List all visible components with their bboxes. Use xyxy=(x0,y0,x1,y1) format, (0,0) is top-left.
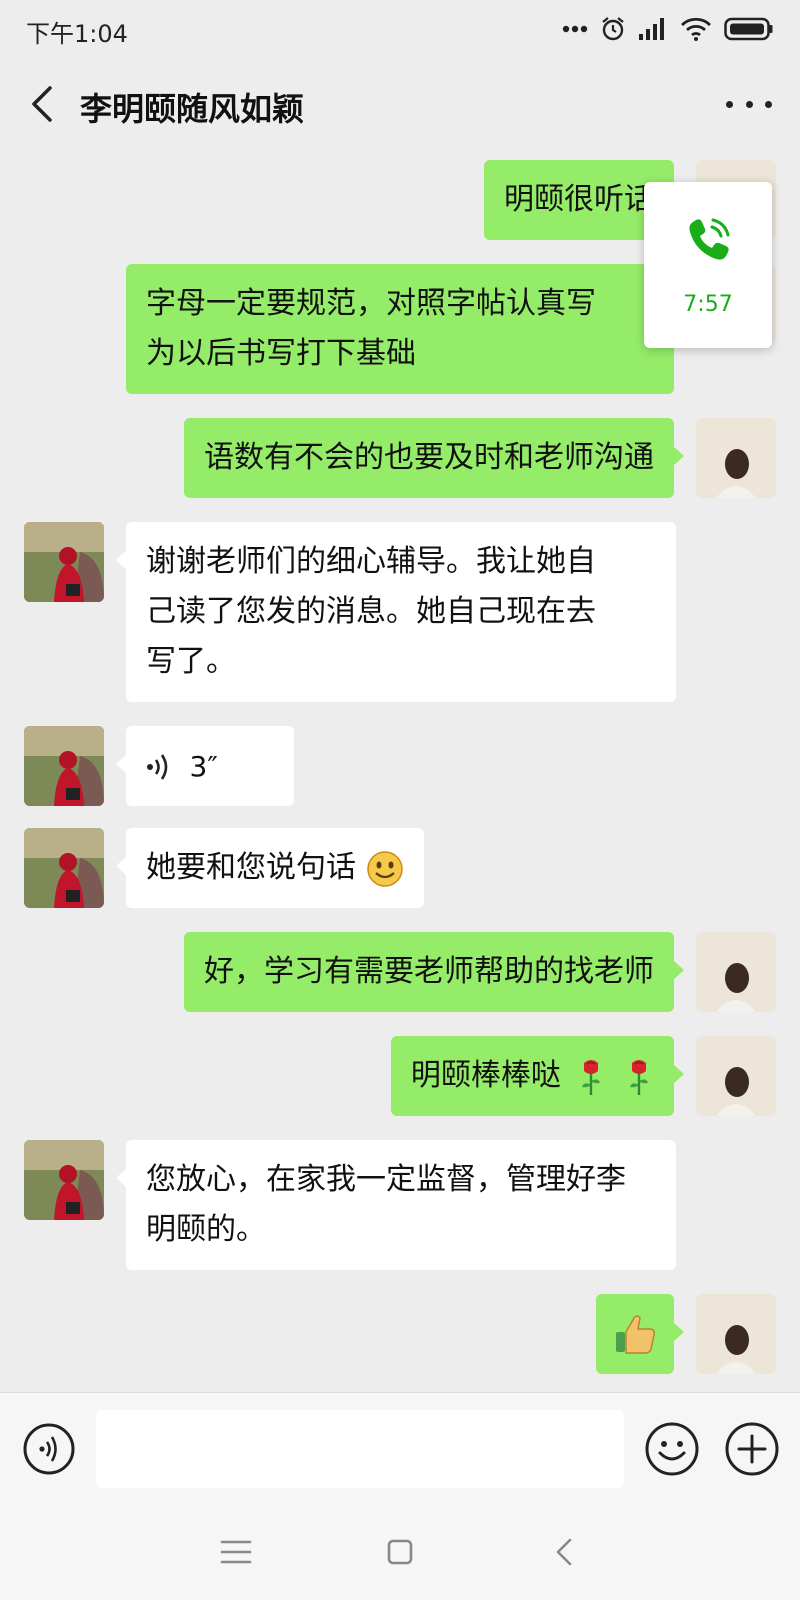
system-menu-button[interactable] xyxy=(216,1534,256,1570)
status-icons xyxy=(562,14,774,44)
phone-call-icon xyxy=(689,218,730,260)
message-bubble-outgoing[interactable] xyxy=(596,1294,684,1374)
emoji-icon xyxy=(645,1422,699,1476)
system-home-button[interactable] xyxy=(378,1532,422,1572)
avatar[interactable] xyxy=(696,1294,776,1374)
message-bubble-incoming[interactable]: 她要和您说句话 xyxy=(116,828,424,908)
avatar-image xyxy=(24,1140,104,1220)
message-bubble-outgoing[interactable]: 好，学习有需要老师帮助的找老师 xyxy=(184,932,684,1012)
call-duration: 7:57 xyxy=(683,292,733,317)
message-bubble-outgoing[interactable]: 明颐棒棒哒 xyxy=(390,1036,685,1116)
avatar-image xyxy=(24,522,104,602)
back-icon xyxy=(556,1538,572,1566)
alarm-icon xyxy=(602,17,624,41)
avatar[interactable] xyxy=(696,1036,776,1116)
rose-emoji xyxy=(630,1059,648,1095)
rose-emoji xyxy=(582,1059,601,1095)
avatar-image xyxy=(24,828,104,908)
avatar[interactable] xyxy=(696,932,776,1012)
avatar[interactable] xyxy=(24,1140,104,1220)
more-functions-button[interactable] xyxy=(724,1421,780,1477)
more-button[interactable] xyxy=(726,84,772,124)
home-icon xyxy=(387,1539,413,1565)
message-bubble-outgoing[interactable]: 字母一定要规范，对照字帖认真写 为以后书写打下基础 xyxy=(126,264,684,394)
system-back-button[interactable] xyxy=(546,1532,586,1572)
smile-emoji xyxy=(366,850,403,887)
message-text: 语数有不会的也要及时和老师沟通 xyxy=(204,440,654,475)
plus-icon xyxy=(725,1422,779,1476)
message-text: 字母一定要规范，对照字帖认真写 xyxy=(146,286,596,321)
voice-duration: 3″ xyxy=(189,749,218,783)
avatar[interactable] xyxy=(696,418,776,498)
menu-icon xyxy=(220,1540,252,1564)
system-navigation-bar xyxy=(0,1504,800,1600)
chat-title: 李明颐随风如颖 xyxy=(80,90,305,128)
avatar-image xyxy=(696,1294,776,1374)
emoji-button[interactable] xyxy=(644,1421,700,1477)
message-text: 她要和您说句话 xyxy=(146,850,356,885)
voice-input-button[interactable] xyxy=(22,1422,76,1476)
message-text: 您放心，在家我一定监督，管理好李 xyxy=(146,1162,626,1197)
status-bar: 下午1:04 xyxy=(0,0,800,58)
avatar-image xyxy=(696,1036,776,1116)
avatar[interactable] xyxy=(24,828,104,908)
avatar-image xyxy=(696,932,776,1012)
avatar[interactable] xyxy=(24,522,104,602)
message-text: 明颐棒棒哒 xyxy=(410,1058,561,1093)
message-bubble-incoming[interactable]: 您放心，在家我一定监督，管理好李 明颐的。 xyxy=(116,1140,676,1270)
chat-header: 李明颐随风如颖 xyxy=(0,58,800,152)
message-text: 谢谢老师们的细心辅导。我让她自 xyxy=(146,544,596,579)
message-text: 好，学习有需要老师帮助的找老师 xyxy=(204,954,654,989)
message-input[interactable] xyxy=(96,1410,624,1488)
message-bubble-incoming[interactable]: 谢谢老师们的细心辅导。我让她自 己读了您发的消息。她自己现在去 写了。 xyxy=(116,522,676,702)
voice-message-bubble[interactable]: 3″ xyxy=(116,726,294,806)
voice-wave-icon xyxy=(147,753,168,780)
message-text: 己读了您发的消息。她自己现在去 xyxy=(146,594,596,629)
avatar-image xyxy=(696,418,776,498)
message-bubble-outgoing[interactable]: 语数有不会的也要及时和老师沟通 xyxy=(184,418,684,498)
floating-call-window[interactable]: 7:57 xyxy=(644,182,772,348)
back-button[interactable] xyxy=(22,82,66,126)
status-time: 下午1:04 xyxy=(26,20,128,48)
input-bar xyxy=(0,1392,800,1504)
message-text: 明颐很听话 xyxy=(504,182,654,217)
wifi-icon xyxy=(681,17,711,41)
dots-icon xyxy=(562,25,588,33)
thumbs-up-emoji xyxy=(616,1315,655,1354)
chevron-left-icon xyxy=(32,86,52,122)
message-text: 为以后书写打下基础 xyxy=(146,336,416,371)
message-text: 明颐的。 xyxy=(146,1212,266,1247)
battery-icon xyxy=(724,17,773,41)
signal-icon xyxy=(639,18,664,40)
avatar[interactable] xyxy=(24,726,104,806)
message-text: 写了。 xyxy=(146,644,236,679)
more-dots-icon xyxy=(726,100,733,108)
avatar-image xyxy=(24,726,104,806)
voice-input-icon xyxy=(23,1423,75,1475)
